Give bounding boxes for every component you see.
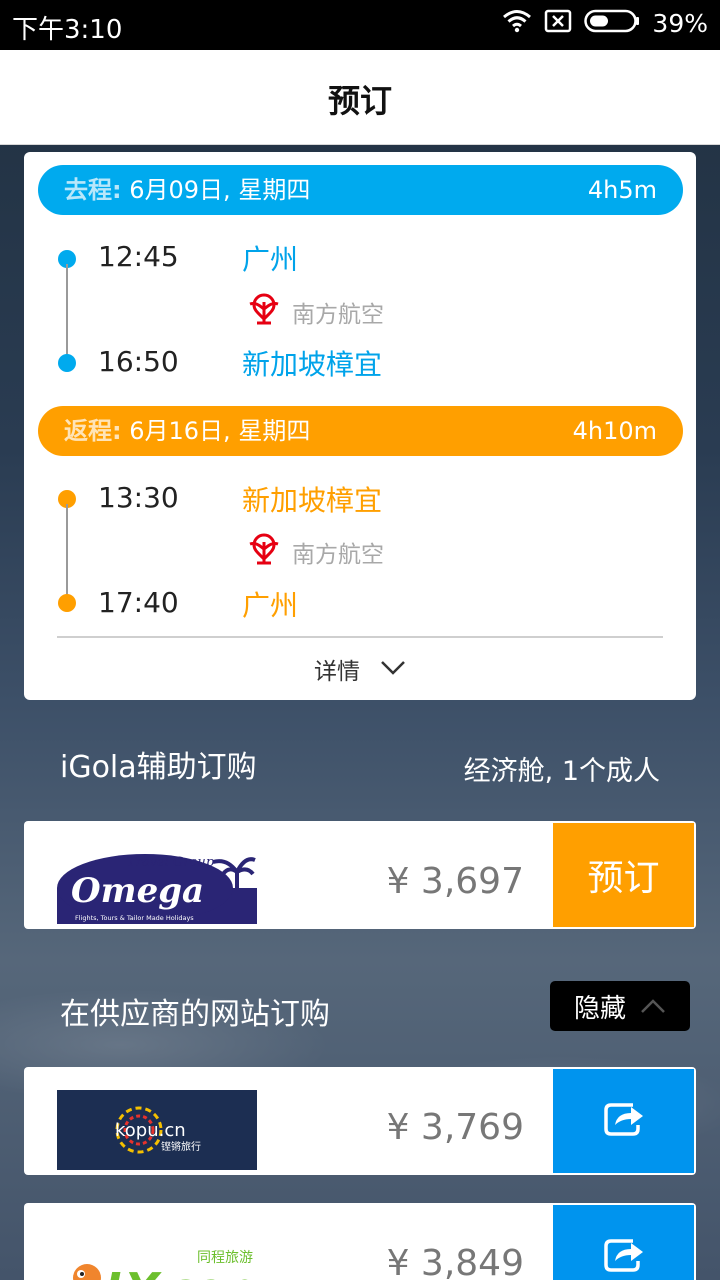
return-date: 6月16日, 星期四 [129, 417, 311, 445]
return-duration: 4h10m [572, 417, 657, 445]
supplier-offer-card[interactable]: LY.com 同程旅游 ¥ 3,849 [24, 1203, 696, 1280]
outbound-header: 去程: 6月09日, 星期四 4h5m [38, 165, 683, 215]
outbound-arrive-time: 16:50 [98, 345, 179, 378]
itinerary-card: 去程: 6月09日, 星期四 4h5m 12:45 广州 南方航空 16:50 … [24, 152, 696, 700]
outbound-arrive-dot [58, 354, 76, 372]
return-airline-name: 南方航空 [292, 542, 384, 568]
supplier-price: ¥ 3,769 [386, 1107, 524, 1148]
visit-site-button[interactable] [553, 1205, 694, 1280]
chevron-up-icon [640, 991, 666, 1021]
suppliers-title: 在供应商的网站订购 [60, 997, 330, 1032]
status-bar: 下午3:10 39% [0, 0, 720, 50]
assisted-title: iGola辅助订购 [60, 750, 257, 785]
omega-subline: Flights, Tours & Tailor Made Holidays [75, 914, 194, 922]
ly-wordmark: LY.com [105, 1264, 257, 1280]
kopu-logo: kopu.cn 铿锵旅行 [57, 1090, 257, 1170]
omega-tagline: Travel Group [127, 855, 215, 870]
chevron-down-icon [380, 656, 406, 682]
page-title: 预订 [327, 82, 392, 120]
status-time: 下午3:10 [12, 15, 123, 45]
return-depart-city: 新加坡樟宜 [242, 484, 383, 517]
sim-off-icon [544, 8, 572, 38]
outbound-date: 6月09日, 星期四 [129, 176, 311, 204]
outbound-depart-city: 广州 [242, 243, 299, 276]
status-icons: 39% [502, 8, 708, 38]
wifi-icon [502, 8, 532, 38]
nav-bar: 预订 [0, 50, 720, 145]
battery-icon [584, 9, 640, 37]
return-arrive-city: 广州 [242, 589, 299, 622]
ly-logo: LY.com 同程旅游 [57, 1226, 270, 1280]
outbound-arrive-city: 新加坡樟宜 [242, 348, 383, 381]
outbound-airline: 南方航空 [246, 292, 384, 332]
share-external-icon [603, 1101, 645, 1141]
ly-subline: 同程旅游 [197, 1250, 253, 1266]
supplier-offer-card[interactable]: kopu.cn 铿锵旅行 ¥ 3,769 [24, 1067, 696, 1175]
outbound-airline-name: 南方航空 [292, 302, 384, 328]
details-toggle[interactable]: 详情 [24, 652, 696, 686]
cabin-info: 经济舱, 1个成人 [463, 756, 660, 787]
return-label: 返程: [64, 417, 122, 445]
return-timeline [66, 504, 68, 602]
visit-site-button[interactable] [553, 1069, 694, 1173]
outbound-duration: 4h5m [587, 176, 657, 204]
hide-label: 隐藏 [574, 993, 627, 1024]
airline-logo-icon [246, 532, 282, 572]
outbound-depart-time: 12:45 [98, 240, 179, 273]
card-divider [57, 636, 663, 638]
return-depart-time: 13:30 [98, 481, 179, 514]
hide-button[interactable]: 隐藏 [550, 981, 690, 1031]
outbound-timeline [66, 264, 68, 362]
kopu-subline: 铿锵旅行 [161, 1140, 201, 1153]
return-airline: 南方航空 [246, 532, 384, 572]
omega-wordmark: Omega [71, 871, 204, 911]
share-external-icon [603, 1237, 645, 1277]
kopu-wordmark: kopu.cn [115, 1120, 186, 1141]
battery-percent: 39% [652, 8, 708, 38]
assisted-offer-card[interactable]: Travel Group Omega Flights, Tours & Tail… [24, 821, 696, 929]
details-label: 详情 [314, 659, 360, 685]
airline-logo-icon [246, 292, 282, 332]
return-header: 返程: 6月16日, 星期四 4h10m [38, 406, 683, 456]
assisted-price: ¥ 3,697 [386, 861, 524, 902]
omega-logo: Travel Group Omega Flights, Tours & Tail… [57, 844, 257, 924]
outbound-label: 去程: [64, 176, 122, 204]
return-arrive-dot [58, 594, 76, 612]
return-arrive-time: 17:40 [98, 586, 179, 619]
supplier-price: ¥ 3,849 [386, 1243, 524, 1280]
book-button[interactable]: 预订 [553, 823, 694, 927]
